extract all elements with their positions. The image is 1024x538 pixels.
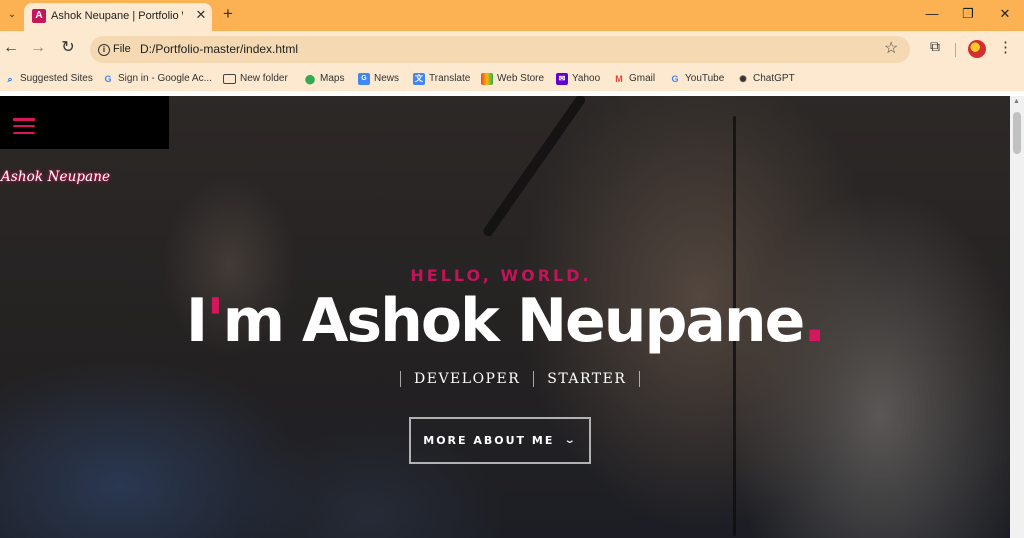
role-item: DEVELOPER bbox=[414, 371, 521, 387]
bookmark-label: New folder bbox=[240, 73, 288, 84]
more-about-me-label: MORE ABOUT ME bbox=[423, 434, 555, 447]
site-info-label: File bbox=[113, 43, 131, 55]
bookmark-item[interactable]: M Gmail bbox=[613, 70, 655, 87]
bookmark-label: YouTube bbox=[685, 73, 725, 84]
bookmark-item[interactable]: G Sign in - Google Ac... bbox=[102, 70, 212, 87]
menu-toggle-box bbox=[0, 96, 169, 149]
page-scrollbar[interactable]: ▲ bbox=[1010, 96, 1024, 538]
tab-strip: ⌄ A Ashok Neupane | Portfolio Web ✕ + — … bbox=[0, 0, 1024, 31]
site-info-chip[interactable]: i File bbox=[94, 39, 137, 60]
role-divider bbox=[533, 371, 535, 387]
active-tab[interactable]: A Ashok Neupane | Portfolio Web ✕ bbox=[24, 3, 212, 31]
bookmark-item[interactable]: ⌕ Suggested Sites bbox=[4, 70, 93, 87]
role-item: STARTER bbox=[547, 371, 627, 387]
role-divider bbox=[400, 371, 401, 387]
bookmark-label: Maps bbox=[320, 73, 345, 84]
bookmark-label: Gmail bbox=[629, 73, 656, 84]
intro-kicker: HELLO, WORLD. bbox=[410, 266, 592, 285]
forward-button[interactable]: → bbox=[27, 37, 49, 59]
bookmark-item[interactable]: ✺ ChatGPT bbox=[737, 70, 795, 87]
window-close-button[interactable]: ✕ bbox=[990, 3, 1020, 25]
translate-icon: 文 bbox=[413, 72, 425, 85]
site-logo[interactable]: Ashok Neupane bbox=[1, 169, 110, 185]
bookmark-item[interactable]: ⬤ Maps bbox=[304, 70, 345, 87]
bookmark-label: Yahoo bbox=[572, 73, 601, 84]
browser-toolbar: ← → ↻ i File D:/Portfolio-master/index.h… bbox=[0, 31, 1024, 66]
browser-menu-icon[interactable]: ⋮ bbox=[998, 37, 1013, 59]
tab-search-button[interactable]: ⌄ bbox=[4, 7, 20, 23]
intro-title-apostrophe: ' bbox=[206, 286, 224, 356]
maps-icon: ⬤ bbox=[304, 73, 316, 84]
bookmark-item[interactable]: Web Store bbox=[481, 70, 544, 87]
google-icon: G bbox=[671, 73, 679, 84]
bookmark-item[interactable]: G News bbox=[358, 70, 399, 87]
news-icon: G bbox=[358, 72, 370, 85]
url-text[interactable]: D:/Portfolio-master/index.html bbox=[140, 36, 298, 63]
back-button[interactable]: ← bbox=[0, 37, 22, 59]
intro-title-dot: . bbox=[803, 286, 826, 356]
roles-list: DEVELOPER STARTER bbox=[387, 368, 653, 390]
minimize-button[interactable]: — bbox=[917, 3, 947, 25]
new-tab-button[interactable]: + bbox=[219, 5, 237, 23]
webstore-icon bbox=[481, 72, 493, 85]
bookmark-item[interactable]: G YouTube bbox=[669, 70, 724, 87]
gmail-icon: M bbox=[615, 73, 623, 84]
page-viewport: Ashok Neupane HELLO, WORLD. I'm Ashok Ne… bbox=[0, 96, 1010, 538]
bookmark-item[interactable]: ✉ Yahoo bbox=[556, 70, 600, 87]
bookmark-label: ChatGPT bbox=[753, 73, 795, 84]
yahoo-icon: ✉ bbox=[556, 72, 568, 85]
bookmark-label: Translate bbox=[429, 73, 471, 84]
hamburger-menu-icon[interactable] bbox=[13, 118, 35, 134]
scroll-up-arrow-icon[interactable]: ▲ bbox=[1013, 98, 1020, 105]
chevron-down-icon: ⌄ bbox=[564, 435, 579, 446]
intro-title: I'm Ashok Neupane. bbox=[170, 286, 840, 356]
profile-avatar[interactable] bbox=[968, 40, 986, 58]
tab-favicon-icon: A bbox=[32, 9, 46, 23]
extensions-icon[interactable]: ⧉ bbox=[925, 38, 945, 58]
bookmark-label: News bbox=[374, 73, 400, 84]
bookmark-item[interactable]: 文 Translate bbox=[413, 70, 470, 87]
bookmark-label: Suggested Sites bbox=[20, 73, 93, 84]
bookmarks-bar: ⌕ Suggested Sites G Sign in - Google Ac.… bbox=[0, 66, 1024, 91]
reload-button[interactable]: ↻ bbox=[57, 37, 79, 59]
toolbar-divider bbox=[955, 43, 956, 57]
bookmark-label: Sign in - Google Ac... bbox=[118, 73, 212, 84]
more-about-me-button[interactable]: MORE ABOUT ME ⌄ bbox=[409, 417, 591, 464]
address-bar[interactable]: i File D:/Portfolio-master/index.html ☆ bbox=[90, 36, 910, 63]
tab-close-button[interactable]: ✕ bbox=[193, 7, 209, 23]
bookmark-star-icon[interactable]: ☆ bbox=[884, 38, 898, 60]
search-icon: ⌕ bbox=[7, 73, 13, 84]
role-divider bbox=[639, 371, 641, 387]
scroll-thumb[interactable] bbox=[1013, 112, 1021, 154]
restore-button[interactable]: ❐ bbox=[953, 3, 983, 25]
google-icon: G bbox=[104, 73, 112, 84]
tab-title: Ashok Neupane | Portfolio Web bbox=[51, 10, 183, 22]
intro-title-text: I'm Ashok Neupane bbox=[185, 286, 805, 356]
folder-icon bbox=[223, 73, 236, 84]
bookmark-item[interactable]: New folder bbox=[223, 70, 288, 87]
info-icon: i bbox=[98, 43, 110, 56]
chatgpt-icon: ✺ bbox=[739, 73, 747, 84]
bookmark-label: Web Store bbox=[497, 73, 545, 84]
